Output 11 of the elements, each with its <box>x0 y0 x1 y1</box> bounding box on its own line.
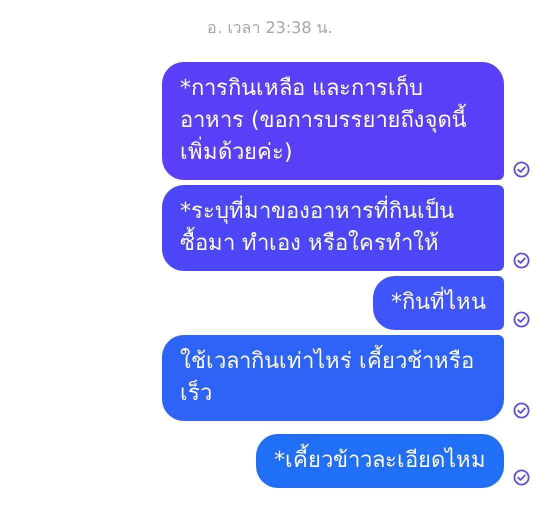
check-icon <box>513 252 530 269</box>
message-bubble: ใช้เวลากินเท่าไหร่ เคี้ยวช้าหรือเร็ว <box>162 335 504 421</box>
timestamp: อ. เวลา 23:38 น. <box>207 17 333 39</box>
check-icon <box>513 402 530 419</box>
check-icon <box>513 161 530 178</box>
message-bubble: *การกินเหลือ และการเก็บอาหาร (ขอการบรรยายถึงจุดนี้เพิ่มด้วยค่ะ) <box>162 62 504 180</box>
message-bubble: *ระบุที่มาของอาหารที่กินเป็น ซื้อมา ทำเอง หรือใครทำให้ <box>162 185 504 271</box>
message-bubble: *เคี้ยวข้าวละเอียดไหม <box>256 434 504 488</box>
message-bubble: *กินที่ไหน <box>373 276 504 330</box>
check-icon <box>513 311 530 328</box>
check-icon <box>513 469 530 486</box>
